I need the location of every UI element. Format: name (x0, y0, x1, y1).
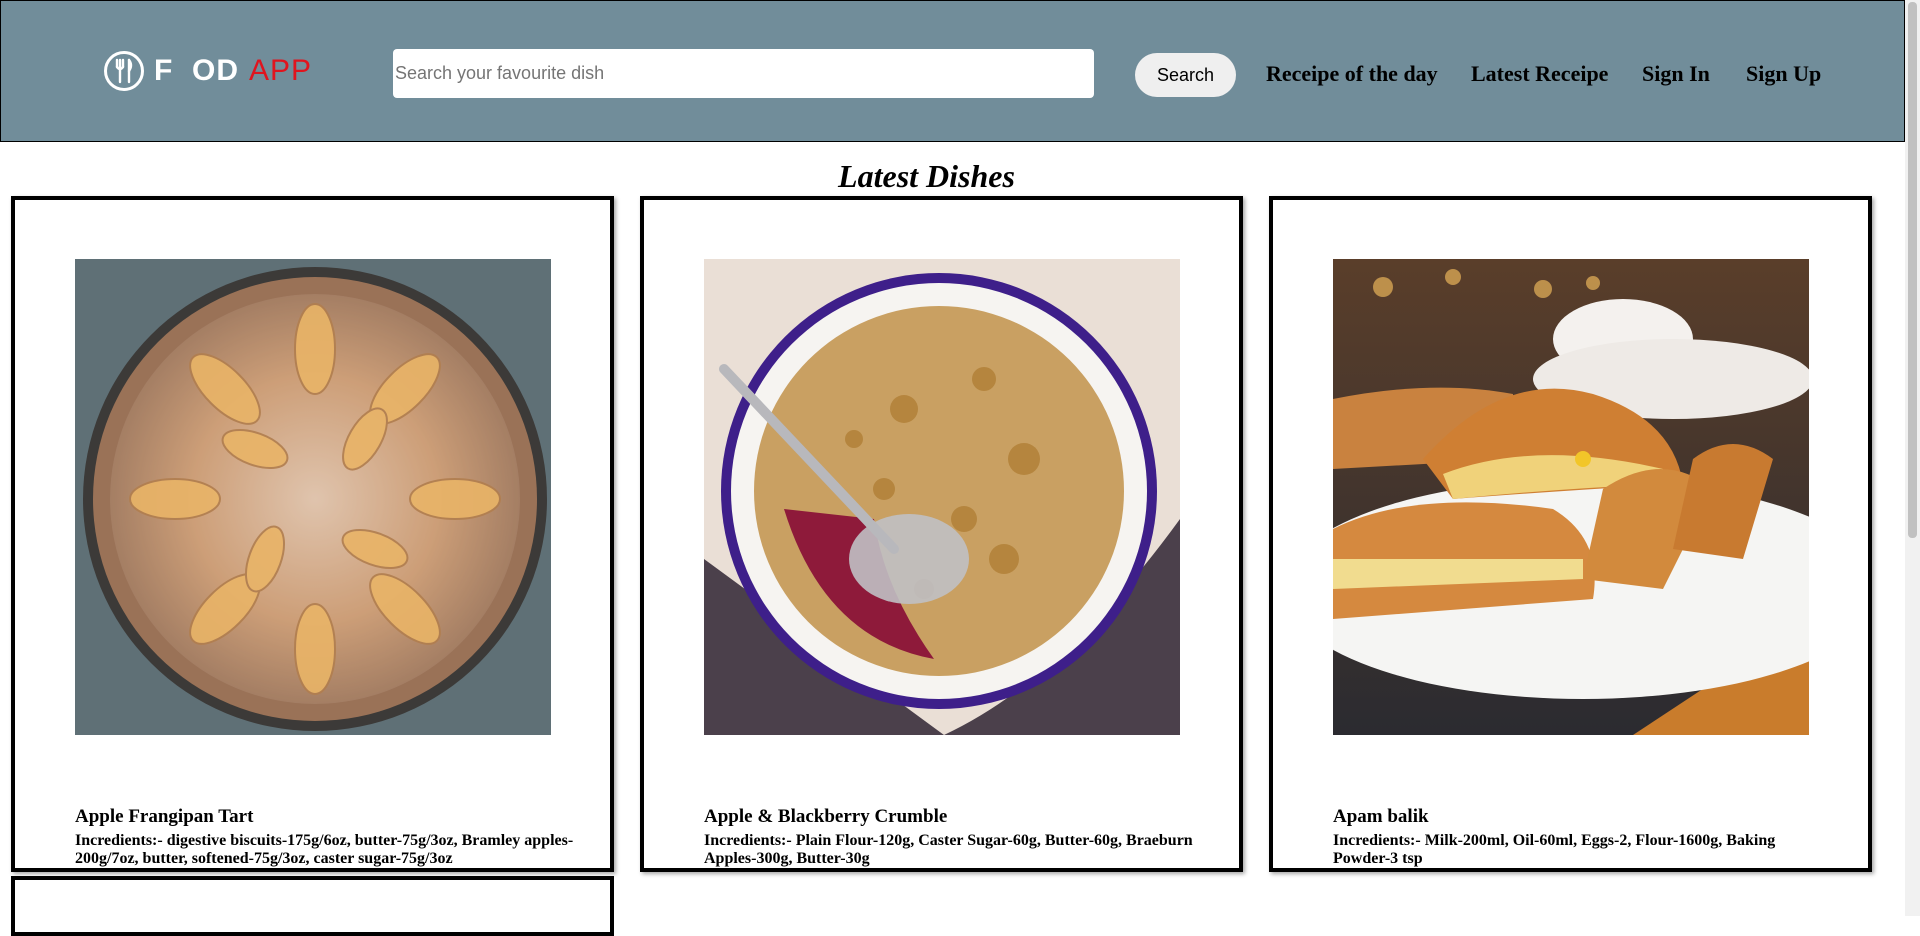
section-title: Latest Dishes (838, 158, 1015, 194)
logo-wordmark: F OD APP (154, 54, 312, 88)
site-header: F OD APP Search Receipe of the day Latest… (0, 0, 1905, 142)
dish-card[interactable]: Apple Frangipan Tart Incredients:- diges… (11, 196, 614, 872)
vertical-scrollbar[interactable] (1905, 0, 1920, 916)
dish-image[interactable] (704, 259, 1180, 735)
dish-card[interactable] (11, 876, 614, 936)
dish-card[interactable]: Apam balik Incredients:- Milk-200ml, Oil… (1269, 196, 1872, 872)
dish-image[interactable] (1333, 259, 1809, 735)
dish-card[interactable]: Apple & Blackberry Crumble Incredients:-… (640, 196, 1243, 872)
dish-ingredients: Incredients:- digestive biscuits-175g/6o… (75, 832, 574, 867)
search-button[interactable]: Search (1135, 53, 1236, 97)
food-app-logo[interactable]: F OD APP (104, 49, 312, 93)
dish-ingredients: Incredients:- Milk-200ml, Oil-60ml, Eggs… (1333, 832, 1776, 867)
nav-latest-recipe[interactable]: Latest Receipe (1471, 61, 1608, 87)
logo-food-text: F OD (154, 54, 239, 87)
dish-name: Apam balik (1333, 806, 1429, 827)
dish-name: Apple & Blackberry Crumble (704, 806, 948, 827)
dish-name: Apple Frangipan Tart (75, 806, 254, 827)
nav-sign-in[interactable]: Sign In (1642, 61, 1710, 87)
logo-app-text: APP (249, 54, 313, 87)
scrollbar-thumb[interactable] (1908, 2, 1917, 538)
nav-recipe-of-the-day[interactable]: Receipe of the day (1266, 61, 1438, 87)
search-input[interactable] (393, 49, 1094, 98)
fork-knife-icon (104, 51, 144, 91)
dish-ingredients: Incredients:- Plain Flour-120g, Caster S… (704, 832, 1193, 867)
dish-image[interactable] (75, 259, 551, 735)
nav-sign-up[interactable]: Sign Up (1746, 61, 1821, 87)
